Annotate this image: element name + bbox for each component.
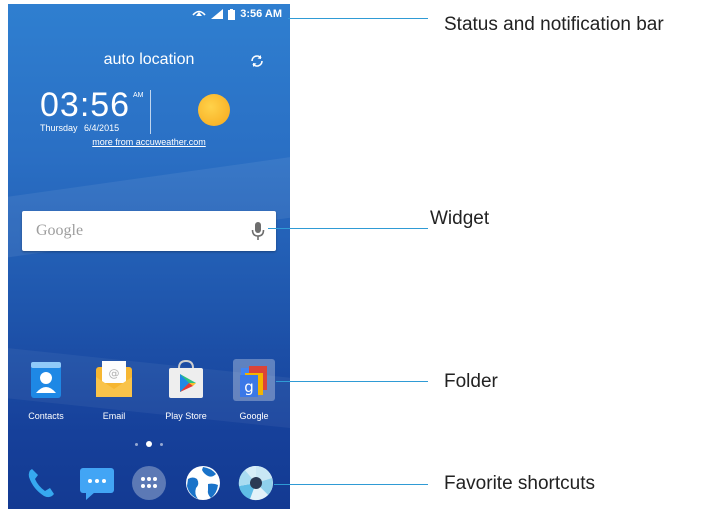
page-dot[interactable] bbox=[135, 442, 138, 446]
app-play-store[interactable]: Play Store bbox=[153, 359, 219, 421]
widget-ampm: AM bbox=[133, 92, 144, 99]
app-email[interactable]: @ Email bbox=[81, 359, 147, 421]
email-icon: @ bbox=[93, 359, 135, 401]
app-label: Contacts bbox=[28, 411, 64, 421]
signal-icon bbox=[211, 9, 224, 19]
folder-callout-line bbox=[276, 381, 428, 382]
messaging-icon[interactable] bbox=[78, 464, 116, 502]
widget-date: Thursday 6/4/2015 bbox=[40, 123, 119, 133]
camera-icon[interactable] bbox=[237, 464, 275, 502]
status-icons: 3:56 AM bbox=[192, 8, 282, 20]
app-label: Email bbox=[102, 411, 126, 421]
microphone-icon[interactable] bbox=[250, 221, 266, 241]
widget-callout-label: Widget bbox=[430, 208, 490, 229]
widget-divider bbox=[150, 90, 151, 134]
favorites-callout-line bbox=[274, 484, 428, 485]
google-folder-icon: g bbox=[233, 359, 275, 401]
sunny-weather-icon[interactable] bbox=[198, 94, 230, 126]
accuweather-link[interactable]: more from accuweather.com bbox=[8, 137, 290, 147]
contacts-icon bbox=[25, 359, 67, 401]
favorites-tray bbox=[8, 462, 290, 509]
app-drawer-icon[interactable] bbox=[130, 464, 168, 502]
app-contacts[interactable]: Contacts bbox=[13, 359, 79, 421]
svg-text:@: @ bbox=[109, 367, 120, 380]
status-bar[interactable]: 3:56 AM bbox=[8, 4, 290, 26]
widget-callout-line bbox=[268, 228, 428, 229]
data-transfer-icon bbox=[192, 10, 206, 16]
widget-date-value: 6/4/2015 bbox=[84, 123, 120, 133]
page-dot[interactable] bbox=[160, 442, 163, 446]
browser-icon[interactable] bbox=[184, 464, 222, 502]
svg-text:g: g bbox=[244, 378, 254, 396]
battery-icon bbox=[228, 8, 236, 20]
page-dot-active[interactable] bbox=[146, 441, 152, 447]
refresh-icon[interactable] bbox=[248, 52, 266, 70]
folder-google[interactable]: g Google bbox=[221, 359, 287, 421]
phone-home-screen: 3:56 AM auto location 03:56 AM Thursday … bbox=[8, 4, 290, 509]
favorites-callout-label: Favorite shortcuts bbox=[444, 473, 595, 494]
app-label: Play Store bbox=[165, 411, 207, 421]
search-placeholder: Google bbox=[36, 222, 84, 239]
widget-day: Thursday bbox=[40, 123, 78, 133]
page-indicator[interactable] bbox=[8, 441, 290, 447]
status-callout-label: Status and notification bar bbox=[444, 14, 664, 35]
status-callout-line bbox=[288, 18, 428, 19]
google-search-widget[interactable]: Google bbox=[22, 211, 276, 251]
phone-icon[interactable] bbox=[23, 464, 61, 502]
app-label: Google bbox=[239, 411, 269, 421]
folder-callout-label: Folder bbox=[444, 371, 498, 392]
status-time: 3:56 AM bbox=[240, 8, 282, 20]
play-store-icon bbox=[165, 359, 207, 401]
widget-clock[interactable]: 03:56 bbox=[40, 88, 130, 122]
